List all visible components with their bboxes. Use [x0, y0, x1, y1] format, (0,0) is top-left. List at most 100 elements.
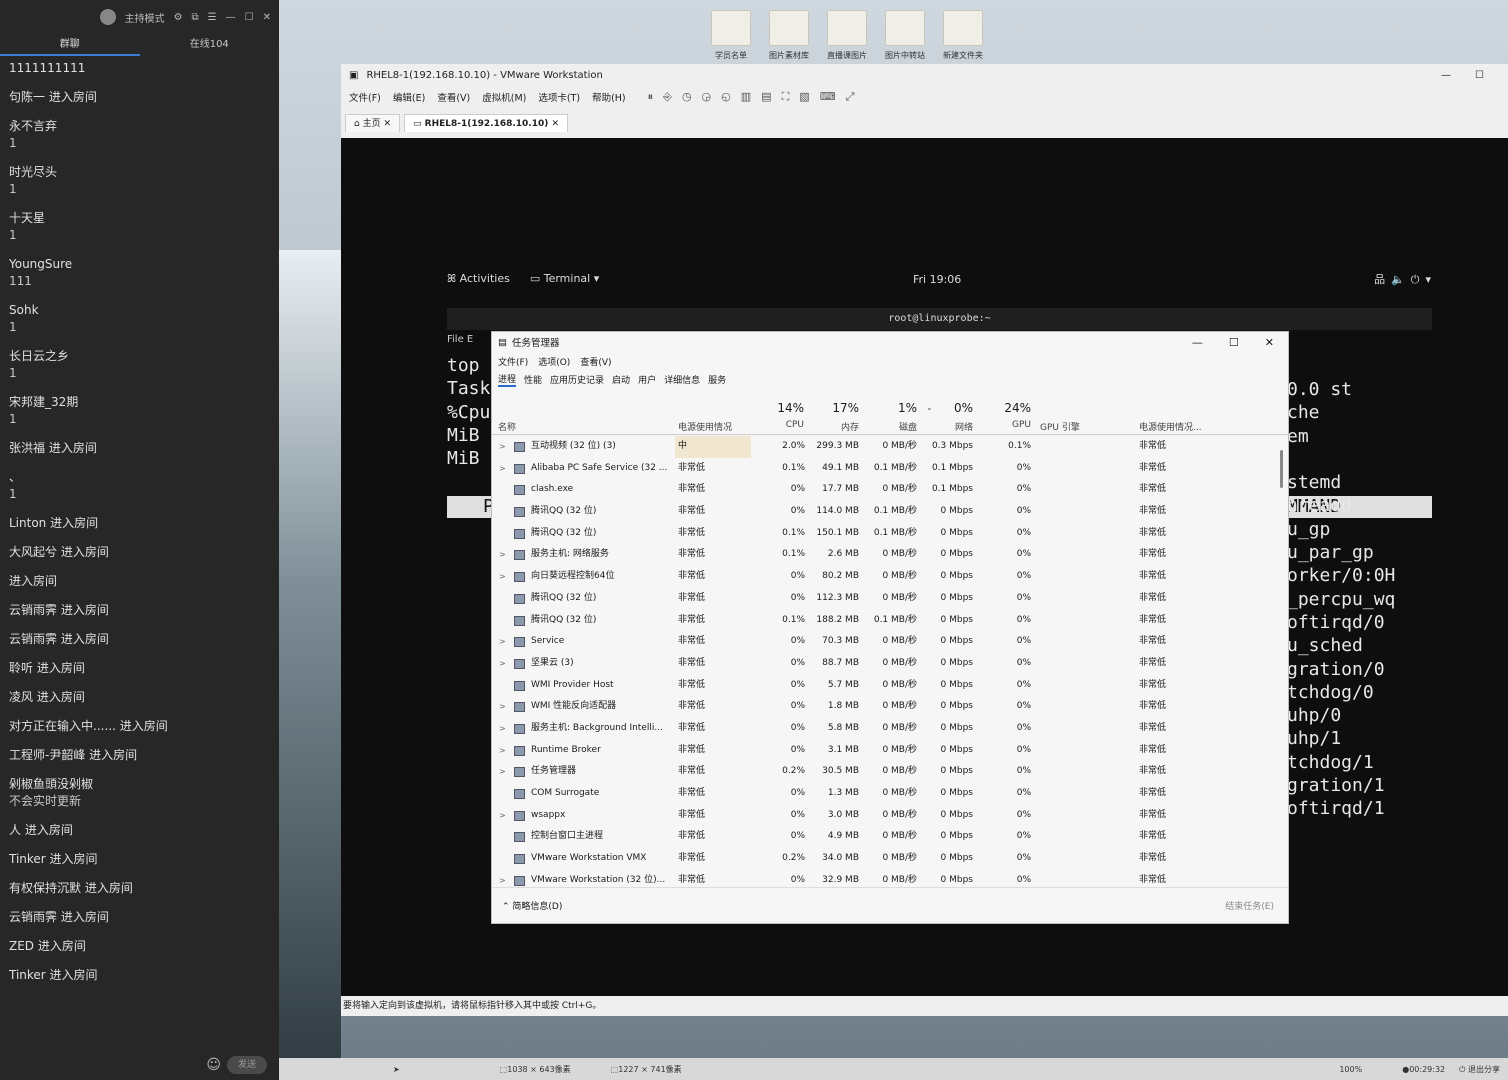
expand-chevron-icon[interactable]: > — [499, 696, 506, 718]
tab-online[interactable]: 在线104 — [140, 34, 280, 56]
minimize-icon[interactable]: — — [226, 12, 236, 23]
col-gpu-engine[interactable]: GPU 引擎 — [1040, 420, 1080, 433]
vmware-menu-item[interactable]: 虚拟机(M) — [482, 90, 526, 104]
expand-chevron-icon[interactable]: > — [499, 718, 506, 740]
snapshot-manager-icon[interactable]: ◵ — [721, 90, 731, 104]
taskmgr-tab[interactable]: 应用历史记录 — [550, 373, 604, 386]
settings-icon[interactable]: ⚙ — [174, 12, 183, 23]
vmware-menu-item[interactable]: 选项卡(T) — [538, 90, 580, 104]
less-details-button[interactable]: ⌃ 简略信息(D) — [502, 899, 562, 912]
desktop-folder-icon[interactable]: 学员名单 — [706, 10, 756, 61]
desktop-folder-icon[interactable]: 图片中转站 — [880, 10, 930, 61]
process-row[interactable]: > Alibaba PC Safe Service (32 ... 非常低 0.1% 4… — [492, 458, 1288, 480]
process-row[interactable]: > Runtime Broker 非常低 0% 3.1 MB 0 MB/秒 0 Mbps 0%… — [492, 740, 1288, 762]
expand-chevron-icon[interactable]: > — [499, 740, 506, 762]
close-icon[interactable]: ✕ — [263, 12, 271, 23]
expand-chevron-icon[interactable]: > — [499, 653, 506, 675]
maximize-icon[interactable]: ☐ — [1475, 70, 1484, 81]
system-tray[interactable]: 品🔈⏻▾ — [1374, 271, 1437, 287]
vmware-menu-item[interactable]: 文件(F) — [349, 90, 381, 104]
vmware-menu-item[interactable]: 查看(V) — [437, 90, 470, 104]
tab-home[interactable]: ⌂ 主页 ✕ — [345, 114, 400, 132]
taskmgr-menu-item[interactable]: 选项(O) — [538, 355, 570, 368]
popout-icon[interactable]: ⧉ — [192, 12, 199, 23]
minimize-icon[interactable]: — — [1441, 70, 1451, 81]
tab-chat[interactable]: 群聊 — [0, 34, 140, 56]
process-row[interactable]: > WMI 性能反向适配器 非常低 0% 1.8 MB 0 MB/秒 0 Mbps 0% 非常低 — [492, 696, 1288, 718]
process-row[interactable]: WMI Provider Host 非常低 0% 5.7 MB 0 MB/秒 0 Mbps… — [492, 675, 1288, 697]
maximize-icon[interactable]: ☐ — [245, 12, 254, 23]
process-row[interactable]: > 向日葵远程控制64位 非常低 0% 80.2 MB 0 MB/秒 0 Mbps 0% 非常低 — [492, 566, 1288, 588]
activities-button[interactable]: ꕤ Activities — [447, 272, 510, 286]
desktop-folder-icon[interactable]: 新建文件夹 — [938, 10, 988, 61]
menu-icon[interactable]: ☰ — [208, 12, 217, 23]
expand-chevron-icon[interactable]: > — [499, 458, 506, 480]
col-power[interactable]: 电源使用情况 — [678, 420, 732, 433]
scrollbar[interactable] — [1280, 450, 1283, 488]
tab-vm[interactable]: ▭ RHEL8-1(192.168.10.10) ✕ — [404, 114, 569, 132]
col-name[interactable]: 名称 — [498, 420, 516, 433]
exit-share-button[interactable]: ⏻ 退出分享 — [1459, 1064, 1500, 1075]
col-gpu[interactable]: GPU — [979, 420, 1031, 430]
process-row[interactable]: > 服务主机: 网络服务 非常低 0.1% 2.6 MB 0 MB/秒 0 Mbps 0% 非常… — [492, 544, 1288, 566]
expand-chevron-icon[interactable]: > — [499, 870, 506, 888]
stretch-icon[interactable]: ⤢ — [846, 90, 855, 104]
col-net[interactable]: 网络 — [920, 420, 973, 433]
expand-chevron-icon[interactable]: > — [499, 436, 506, 458]
col-cpu[interactable]: CPU — [754, 420, 804, 430]
taskmgr-tab[interactable]: 启动 — [612, 373, 630, 386]
col-disk[interactable]: 磁盘 — [862, 420, 917, 433]
desktop-folder-icon[interactable]: 直播课图片 — [822, 10, 872, 61]
taskmgr-menu-item[interactable]: 查看(V) — [580, 355, 611, 368]
process-row[interactable]: > 任务管理器 非常低 0.2% 30.5 MB 0 MB/秒 0 Mbps 0% 非常低 — [492, 761, 1288, 783]
send-button[interactable]: 发送 — [227, 1056, 267, 1074]
expand-chevron-icon[interactable]: > — [499, 631, 506, 653]
process-row[interactable]: COM Surrogate 非常低 0% 1.3 MB 0 MB/秒 0 Mbps 0% 非常… — [492, 783, 1288, 805]
taskmgr-menu-item[interactable]: 文件(F) — [498, 355, 528, 368]
process-row[interactable]: 腾讯QQ (32 位) 非常低 0% 112.3 MB 0 MB/秒 0 Mbps 0% 非常… — [492, 588, 1288, 610]
thumbnail-icon[interactable]: ▤ — [761, 90, 771, 104]
console-icon[interactable]: ⌨ — [820, 90, 836, 104]
fullscreen-icon[interactable]: ⛶ — [782, 90, 790, 104]
expand-chevron-icon[interactable]: > — [499, 761, 506, 783]
taskmgr-tab[interactable]: 进程 — [498, 372, 517, 387]
process-row[interactable]: 腾讯QQ (32 位) 非常低 0% 114.0 MB 0.1 MB/秒 0 Mbps 0%… — [492, 501, 1288, 523]
clock[interactable]: Fri 19:06 — [913, 273, 961, 286]
minimize-icon[interactable]: — — [1192, 336, 1203, 349]
taskmgr-tab[interactable]: 用户 — [638, 373, 656, 386]
process-row[interactable]: > 互动视频 (32 位) (3) 中 2.0% 299.3 MB 0 MB/秒 0.3 M… — [492, 436, 1288, 458]
expand-chevron-icon[interactable]: > — [499, 805, 506, 827]
send-keys-icon[interactable]: ⎆ — [663, 90, 672, 104]
terminal-menu[interactable]: File E — [447, 334, 473, 345]
process-row[interactable]: 腾讯QQ (32 位) 非常低 0.1% 150.1 MB 0.1 MB/秒 0 Mbps… — [492, 523, 1288, 545]
vmware-menu-item[interactable]: 帮助(H) — [592, 90, 626, 104]
maximize-icon[interactable]: ☐ — [1229, 336, 1239, 349]
col-mem[interactable]: 内存 — [807, 420, 859, 433]
taskmgr-tab[interactable]: 详细信息 — [664, 373, 700, 386]
emoji-icon[interactable]: ☺ — [206, 1057, 221, 1073]
snapshot-icon[interactable]: ◷ — [682, 90, 692, 104]
process-row[interactable]: VMware Workstation VMX 非常低 0.2% 34.0 MB 0 MB… — [492, 848, 1288, 870]
revert-snapshot-icon[interactable]: ◶ — [702, 90, 712, 104]
end-task-button[interactable]: 结束任务(E) — [1225, 899, 1288, 912]
process-row[interactable]: > Service 非常低 0% 70.3 MB 0 MB/秒 0 Mbps 0% 非常低 — [492, 631, 1288, 653]
expand-chevron-icon[interactable]: > — [499, 566, 506, 588]
close-icon[interactable]: ✕ — [1265, 336, 1274, 349]
process-row[interactable]: > 坚果云 (3) 非常低 0% 88.7 MB 0 MB/秒 0 Mbps 0% 非常低 — [492, 653, 1288, 675]
process-row[interactable]: > VMware Workstation (32 位)... 非常低 0% 32.9 M… — [492, 870, 1288, 888]
expand-chevron-icon[interactable]: > — [499, 544, 506, 566]
vmware-menu-item[interactable]: 编辑(E) — [393, 90, 425, 104]
process-row[interactable]: clash.exe 非常低 0% 17.7 MB 0 MB/秒 0.1 Mbps 0% 非常低 — [492, 479, 1288, 501]
col-power-trend[interactable]: 电源使用情况... — [1139, 420, 1202, 433]
process-row[interactable]: 腾讯QQ (32 位) 非常低 0.1% 188.2 MB 0.1 MB/秒 0 Mbps… — [492, 610, 1288, 632]
library-icon[interactable]: ▥ — [741, 90, 751, 104]
taskmgr-tab[interactable]: 服务 — [708, 373, 726, 386]
pause-icon[interactable]: ⏸ — [648, 90, 654, 104]
avatar[interactable] — [99, 9, 116, 25]
desktop-folder-icon[interactable]: 图片素材库 — [764, 10, 814, 61]
unity-icon[interactable]: ▧ — [799, 90, 809, 104]
process-row[interactable]: 控制台窗口主进程 非常低 0% 4.9 MB 0 MB/秒 0 Mbps 0% 非常低 — [492, 826, 1288, 848]
process-row[interactable]: > 服务主机: Background Intelli... 非常低 0% 5.8 MB 0… — [492, 718, 1288, 740]
taskmgr-tab[interactable]: 性能 — [524, 373, 542, 386]
process-row[interactable]: > wsappx 非常低 0% 3.0 MB 0 MB/秒 0 Mbps 0% 非常低 — [492, 805, 1288, 827]
